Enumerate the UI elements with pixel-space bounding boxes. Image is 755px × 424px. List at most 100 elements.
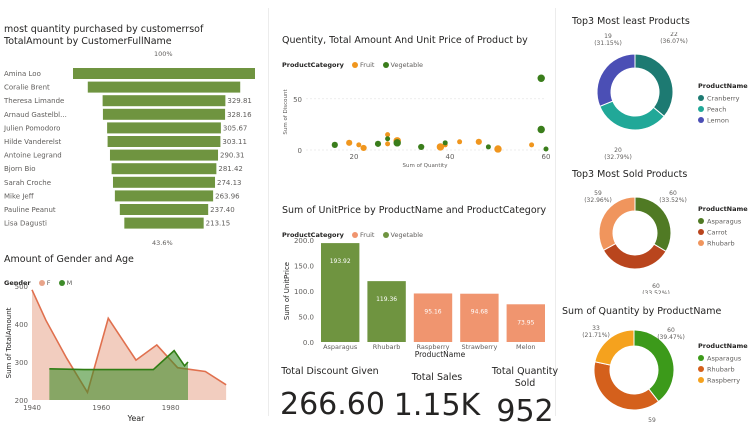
donut-slice-carrot [602, 242, 667, 270]
bar-title: Sum of UnitPrice by ProductName and Prod… [282, 205, 547, 216]
donut-value-label: 60 [669, 190, 677, 197]
unitprice-bar-visual[interactable]: Sum of UnitPrice by ProductName and Prod… [278, 200, 553, 365]
scatter-point-fruit [529, 142, 535, 148]
kpi-total-quantity[interactable]: Total Quantity Sold 952 [490, 366, 560, 424]
donut-qty-chart: 60(39.47%)59(38.82%)33(21.71%)ProductNam… [582, 325, 748, 424]
scatter-point-vegetable [393, 139, 401, 147]
bar [460, 293, 499, 342]
scatter-point-vegetable [331, 141, 338, 148]
scatter-point-fruit [494, 145, 502, 153]
funnel-bar [109, 149, 219, 161]
kpi-total-quantity-value: 952 [496, 394, 554, 424]
y-axis-title: Sum of Discount [283, 89, 289, 135]
funnel-bar [102, 108, 226, 120]
bar-data-label: 193.92 [330, 258, 351, 265]
x-tick-label: Melon [516, 343, 536, 351]
legend-item-rhubarb: Rhubarb [707, 366, 735, 374]
legend-dot-rhubarb [698, 240, 704, 246]
funnel-category-label: Lisa Dagusti [4, 220, 47, 228]
donut-qty-visual[interactable]: Sum of Quantity by ProductName 60 (39.47%… [556, 302, 755, 424]
bar-data-label: 73.95 [517, 319, 534, 326]
funnel-visual[interactable]: most quantity purchased by customerrsof … [0, 0, 265, 248]
legend-item-cranberry: Cranberry [707, 95, 740, 103]
donut-sold-visual[interactable]: Top3 Most Sold Products 60 (33.52%) 60 (33.… [562, 164, 755, 294]
y-tick-label: 100.0 [294, 288, 314, 296]
legend-item-carrot: Carrot [707, 229, 728, 237]
legend-item-asparagus: Asparagus [707, 218, 742, 226]
scatter-visual[interactable]: Quentity, Total Amount And Unit Price of… [278, 30, 553, 200]
donut-value-label: 59 [594, 190, 602, 197]
scatter-point-vegetable [418, 143, 425, 151]
donut-slice-rhubarb [598, 196, 636, 251]
kpi-total-quantity-title: Total Quantity Sold [491, 366, 559, 389]
y-tick-label: 200.0 [294, 237, 314, 245]
funnel-category-label: Hilde Vanderelst [4, 138, 61, 146]
y-tick-label: 150.0 [294, 263, 314, 271]
funnel-data-label: 329.81 [227, 97, 252, 105]
funnel-data-label: 303.11 [222, 138, 247, 146]
legend-item-raspberry: Raspberry [707, 377, 740, 385]
donut-percent-label: (32.96%) [584, 197, 612, 204]
funnel-data-label: 263.96 [215, 192, 240, 200]
donut-percent-label: (21.71%) [582, 332, 610, 339]
donut-slice-cranberry [634, 53, 674, 118]
legend-dot-rhubarb [698, 366, 704, 372]
gender-chart-title: Amount of Gender and Age [4, 254, 134, 265]
donut-percent-label: (39.47%) [657, 334, 685, 341]
donut-least-title: Top3 Most least Products [572, 16, 690, 27]
x-tick-label: Rhubarb [373, 343, 401, 351]
funnel-data-label: 274.13 [217, 179, 242, 187]
funnel-bar [73, 68, 255, 79]
funnel-data-label: 328.16 [227, 111, 252, 119]
y-axis-title: Sum of UnitPrice [283, 262, 291, 320]
donut-legend-title: ProductName [698, 205, 748, 213]
funnel-category-label: Antoine Legrand [4, 152, 62, 160]
legend-item-lemon: Lemon [707, 117, 729, 125]
x-axis-title: Sum of Quantity [403, 163, 449, 169]
legend-dot-asparagus [698, 218, 704, 224]
y-tick-label: 0 [298, 147, 302, 155]
legend-dot-cranberry [698, 95, 704, 101]
funnel-data-label: 305.67 [223, 124, 248, 132]
y-tick-label: 400 [15, 321, 28, 329]
x-tick-label: Asparagus [323, 343, 358, 351]
scatter-point-vegetable [485, 144, 491, 150]
donut-least-visual[interactable]: Top3 Most least Products 22 (36.07%) 20 (32… [562, 12, 755, 162]
funnel-bottom-percent: 43.6% [152, 239, 173, 247]
funnel-data-label: 281.42 [218, 165, 243, 173]
x-tick-label: 1980 [162, 404, 180, 412]
scatter-point-vegetable [537, 125, 545, 134]
legend-item-rhubarb: Rhubarb [707, 240, 735, 248]
donut-percent-label: (32.79%) [604, 154, 632, 161]
scatter-point-fruit [457, 139, 463, 145]
donut-value-label: 60 [667, 327, 675, 334]
legend-dot-carrot [698, 229, 704, 235]
funnel-top-percent: 100% [154, 50, 173, 58]
funnel-bar [102, 95, 226, 107]
kpi-total-discount[interactable]: Total Discount Given 266.60 [280, 366, 385, 424]
scatter-point-vegetable [385, 136, 391, 142]
kpi-total-sales-title: Total Sales [411, 372, 463, 383]
bar [367, 281, 406, 342]
donut-slice-lemon [596, 53, 636, 107]
scatter-point-fruit [356, 142, 362, 148]
gender-age-visual[interactable]: Amount of Gender and Age Gender F M 200 3… [0, 250, 265, 424]
divider-left [268, 8, 269, 416]
scatter-point-fruit [346, 139, 353, 146]
scatter-title: Quentity, Total Amount And Unit Price of… [282, 35, 528, 46]
funnel-category-label: Pauline Peanut [4, 206, 56, 214]
y-tick-label: 500 [15, 283, 28, 291]
donut-sold-title: Top3 Most Sold Products [572, 169, 688, 180]
y-tick-label: 50.0 [298, 314, 314, 322]
donut-qty-title: Sum of Quantity by ProductName [562, 306, 722, 317]
funnel-category-label: Theresa Limande [3, 97, 64, 105]
funnel-category-label: Bjorn Bio [4, 165, 35, 173]
legend-dot-lemon [698, 117, 704, 123]
donut-percent-label: (36.07%) [660, 38, 688, 45]
donut-sold-chart: 60(33.52%)60(33.52%)59(32.96%)ProductNam… [584, 190, 748, 294]
donut-value-label: 19 [604, 33, 612, 40]
donut-value-label: 60 [652, 283, 660, 290]
legend-dot-raspberry [698, 377, 704, 383]
kpi-total-discount-title: Total Discount Given [281, 366, 379, 377]
kpi-total-sales[interactable]: Total Sales 1.15K [388, 366, 486, 424]
